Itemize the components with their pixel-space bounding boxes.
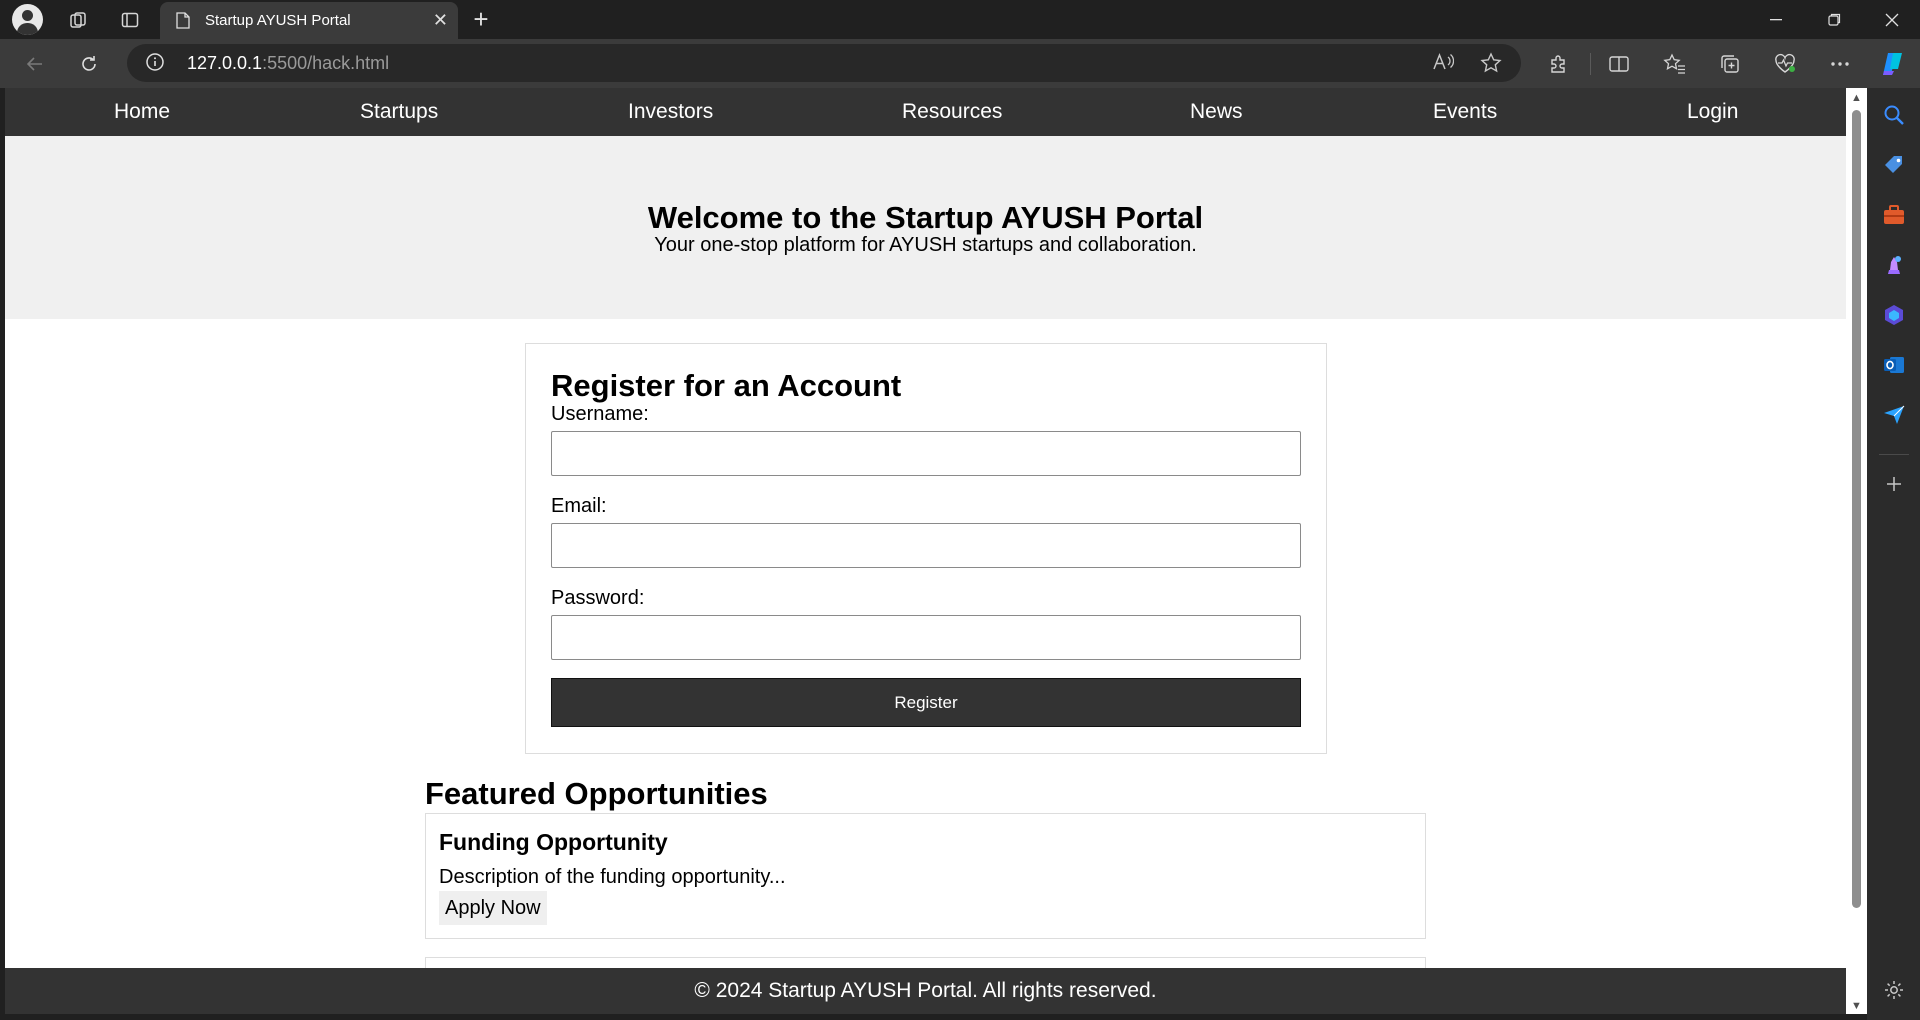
- drop-send-icon[interactable]: [1881, 402, 1907, 428]
- browser-tab-active[interactable]: Startup AYUSH Portal ✕: [160, 2, 458, 39]
- password-label: Password:: [551, 587, 645, 609]
- copilot-icon[interactable]: [1878, 49, 1908, 79]
- scroll-down-arrow-icon[interactable]: ▼: [1851, 1000, 1862, 1012]
- games-icon[interactable]: [1881, 252, 1907, 278]
- scroll-thumb[interactable]: [1852, 110, 1861, 908]
- hero-title: Welcome to the Startup AYUSH Portal: [647, 200, 1204, 235]
- site-info-icon[interactable]: [145, 52, 165, 77]
- site-navigation: Home Startups Investors Resources News E…: [5, 88, 1846, 136]
- nav-investors[interactable]: Investors: [628, 100, 713, 124]
- email-label: Email:: [551, 495, 607, 517]
- hero-banner: Welcome to the Startup AYUSH Portal Your…: [5, 136, 1846, 319]
- page-icon: [176, 12, 190, 34]
- edge-sidebar: [1867, 88, 1920, 1020]
- close-window-icon[interactable]: [1864, 0, 1920, 39]
- featured-title: Featured Opportunities: [425, 776, 768, 811]
- nav-news[interactable]: News: [1190, 100, 1243, 124]
- read-aloud-icon[interactable]: [1432, 52, 1455, 77]
- nav-login[interactable]: Login: [1687, 100, 1738, 124]
- register-title: Register for an Account: [551, 368, 902, 403]
- nav-startups[interactable]: Startups: [360, 100, 438, 124]
- opportunity-description: Description of the funding opportunity..…: [439, 866, 786, 888]
- page-scrollbar[interactable]: ▲ ▼: [1846, 88, 1867, 1014]
- vertical-tabs-icon[interactable]: [114, 4, 146, 36]
- split-screen-icon[interactable]: [1604, 49, 1634, 79]
- refresh-icon[interactable]: [74, 49, 104, 79]
- favorite-star-icon[interactable]: [1480, 52, 1502, 79]
- scroll-up-arrow-icon[interactable]: ▲: [1851, 92, 1862, 104]
- browser-tab-strip: Startup AYUSH Portal ✕ +: [0, 0, 1920, 39]
- settings-gear-icon[interactable]: [1881, 977, 1907, 1003]
- extensions-icon[interactable]: [1544, 49, 1574, 79]
- new-tab-icon[interactable]: +: [466, 4, 496, 34]
- shopping-tag-icon[interactable]: [1881, 152, 1907, 178]
- nav-events[interactable]: Events: [1433, 100, 1497, 124]
- opportunity-title: Funding Opportunity: [439, 829, 668, 855]
- tab-close-icon[interactable]: ✕: [433, 10, 448, 30]
- site-footer: © 2024 Startup AYUSH Portal. All rights …: [5, 968, 1846, 1014]
- workspaces-icon[interactable]: [62, 4, 94, 36]
- outlook-icon[interactable]: [1881, 352, 1907, 378]
- nav-resources[interactable]: Resources: [902, 100, 1002, 124]
- favorites-icon[interactable]: [1660, 49, 1690, 79]
- page-viewport: Home Startups Investors Resources News E…: [5, 88, 1846, 1014]
- browser-toolbar: 127.0.0.1:5500/hack.html: [0, 39, 1920, 88]
- username-label: Username:: [551, 403, 649, 425]
- apply-now-button[interactable]: Apply Now: [439, 891, 547, 925]
- opportunity-card: Funding Opportunity Description of the f…: [425, 813, 1426, 939]
- register-form: Register for an Account Username: Email:…: [525, 343, 1327, 754]
- password-input[interactable]: [551, 615, 1301, 660]
- email-input[interactable]: [551, 523, 1301, 568]
- collections-icon[interactable]: [1715, 49, 1745, 79]
- address-bar[interactable]: 127.0.0.1:5500/hack.html: [127, 44, 1521, 82]
- more-options-icon[interactable]: [1825, 49, 1855, 79]
- add-sidebar-app-icon[interactable]: [1881, 471, 1907, 497]
- tab-title: Startup AYUSH Portal: [205, 12, 351, 29]
- register-button[interactable]: Register: [551, 678, 1301, 727]
- profile-avatar-icon[interactable]: [12, 4, 43, 35]
- window-bottom-edge: [0, 1014, 1867, 1020]
- microsoft-365-icon[interactable]: [1881, 302, 1907, 328]
- restore-icon[interactable]: [1806, 0, 1862, 39]
- hero-subtitle: Your one-stop platform for AYUSH startup…: [654, 234, 1197, 256]
- back-icon[interactable]: [20, 49, 50, 79]
- browser-essentials-icon[interactable]: [1770, 49, 1800, 79]
- search-icon[interactable]: [1881, 102, 1907, 128]
- minimize-icon[interactable]: [1748, 0, 1804, 39]
- url-text: 127.0.0.1:5500/hack.html: [187, 53, 390, 73]
- nav-home[interactable]: Home: [114, 100, 170, 124]
- username-input[interactable]: [551, 431, 1301, 476]
- tools-briefcase-icon[interactable]: [1881, 202, 1907, 228]
